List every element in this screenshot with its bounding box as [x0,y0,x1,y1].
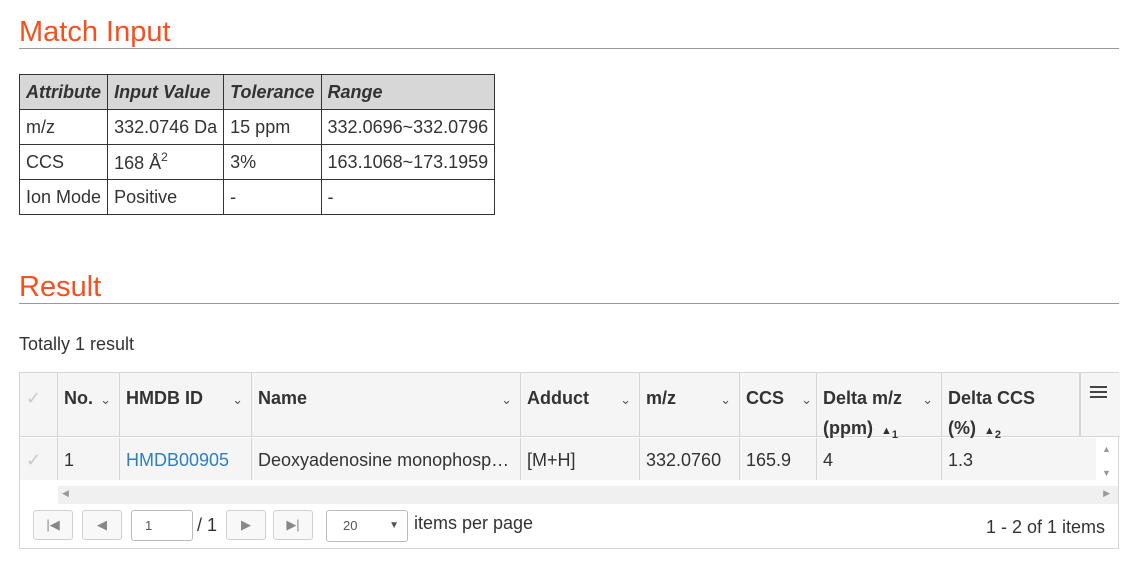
total-pages: / 1 [197,515,218,535]
horizontal-scrollbar[interactable]: ◀ ▶ [58,486,1118,504]
cell-no: 1 [58,438,120,480]
column-header-hmdb-id[interactable]: HMDB ID ⌄ [120,373,252,437]
column-label: HMDB ID [126,388,203,408]
sort-ascending-icon[interactable]: ▲2 [984,425,1001,441]
column-label: CCS [746,388,785,408]
scroll-right-icon[interactable]: ▶ [1103,488,1110,499]
sort-ascending-icon[interactable]: ▲1 [881,425,898,441]
column-header-adduct[interactable]: Adduct ⌄ [521,373,640,437]
column-menu-button[interactable] [1080,373,1120,437]
first-page-icon: |◀ [46,517,60,532]
attribute-cell: Ion Mode [18,179,109,215]
page-size-value: 20 [343,518,358,533]
chevron-down-icon[interactable]: ⌄ [620,385,631,415]
row-checkbox[interactable]: ✓ [20,438,58,480]
input-row-ion-mode: Ion Mode Positive - - [18,179,496,215]
checkmark-icon: ✓ [26,450,42,470]
chevron-down-icon[interactable]: ⌄ [501,385,512,415]
cell-ccs: 165.9 [740,438,817,480]
header-input-value: Input Value [107,74,225,110]
column-label: Name [258,388,308,408]
previous-page-icon: ◀ [97,517,107,532]
table-row[interactable]: ✓ 1 HMDB00905 Deoxyadenosine monophospha… [20,438,1096,480]
match-input-title: Match Input [19,16,171,48]
scroll-left-icon[interactable]: ◀ [62,488,69,499]
dropdown-caret-icon: ▼ [389,520,399,531]
last-page-icon: ▶| [286,517,300,532]
chevron-down-icon[interactable]: ⌄ [100,385,111,415]
column-header-delta-mz[interactable]: Delta m/z ⌄ (ppm) ▲1 [817,373,942,441]
first-page-button[interactable]: |◀ [33,510,73,540]
cell-adduct: [M+H] [521,438,640,480]
cell-mz: 332.0760 [640,438,740,480]
results-grid: ✓ No. ⌄ HMDB ID ⌄ Name ⌄ Adduct ⌄ m/z ⌄ CCS ⌄ … [19,372,1120,549]
column-header-name[interactable]: Name ⌄ [252,373,521,437]
column-label: Adduct [527,388,589,408]
column-label-unit: (ppm) [823,418,873,438]
input-row-mz: m/z 332.0746 Da 15 ppm 332.0696~332.0796 [18,109,496,145]
checkmark-icon: ✓ [26,388,42,408]
previous-page-button[interactable]: ◀ [82,510,122,540]
chevron-down-icon[interactable]: ⌄ [801,385,812,415]
header-attribute: Attribute [18,74,109,110]
hmdb-id-link[interactable]: HMDB00905 [120,438,252,480]
grid-header: ✓ No. ⌄ HMDB ID ⌄ Name ⌄ Adduct ⌄ m/z ⌄ CCS ⌄ … [20,373,1100,441]
pager: |◀ ◀ 1 / 1 ▶ ▶| 20 ▼ items per page 1 - 2… [20,505,1118,549]
scroll-up-icon[interactable]: ▲ [1102,444,1111,454]
next-page-icon: ▶ [241,517,251,532]
tolerance-cell: - [223,179,322,215]
column-header-ccs[interactable]: CCS ⌄ [740,373,817,437]
range-cell: 332.0696~332.0796 [320,109,496,145]
column-header-no[interactable]: No. ⌄ [58,373,120,437]
header-tolerance: Tolerance [223,74,322,110]
column-label: m/z [646,388,677,408]
value-text: 168 Å [114,153,162,173]
column-label: No. [64,388,93,408]
select-all-checkbox[interactable]: ✓ [20,373,58,437]
menu-icon-bar [1090,396,1107,398]
value-cell: 168 Å2 [107,144,225,180]
vertical-scrollbar[interactable]: ▲ ▼ [1096,438,1118,486]
menu-icon [1090,386,1107,388]
value-cell: Positive [107,179,225,215]
result-rule [19,303,1119,304]
menu-icon-bar [1090,391,1107,393]
header-range: Range [320,74,496,110]
input-table-header-row: Attribute Input Value Tolerance Range [18,74,496,110]
scroll-down-icon[interactable]: ▼ [1102,468,1111,478]
result-title: Result [19,271,102,303]
last-page-button[interactable]: ▶| [273,510,313,540]
page-size-select[interactable]: 20 ▼ [326,510,408,542]
tolerance-cell: 3% [223,144,322,180]
cell-name: Deoxyadenosine monophosphate [252,438,521,480]
input-row-ccs: CCS 168 Å2 3% 163.1068~173.1959 [18,144,496,180]
chevron-down-icon[interactable]: ⌄ [720,385,731,415]
attribute-cell: CCS [18,144,109,180]
column-label-unit: (%) [948,418,976,438]
value-cell: 332.0746 Da [107,109,225,145]
result-summary: Totally 1 result [19,334,135,354]
tolerance-cell: 15 ppm [223,109,322,145]
items-per-page-label: items per page [414,513,534,533]
value-superscript: 2 [161,150,168,164]
chevron-down-icon[interactable]: ⌄ [922,385,933,415]
range-cell: - [320,179,496,215]
match-input-rule [19,48,1119,49]
attribute-cell: m/z [18,109,109,145]
column-header-delta-ccs[interactable]: Delta CCS (%) ▲2 [942,373,1080,441]
page-number-input[interactable]: 1 [131,510,193,541]
cell-delta-mz: 4 [817,438,942,480]
next-page-button[interactable]: ▶ [226,510,266,540]
cell-delta-ccs: 1.3 [948,450,974,470]
match-input-table: Attribute Input Value Tolerance Range m/… [18,74,496,215]
pager-info: 1 - 2 of 1 items [985,517,1105,537]
column-header-mz[interactable]: m/z ⌄ [640,373,740,437]
chevron-down-icon[interactable]: ⌄ [232,385,243,415]
column-label: Delta m/z [823,388,903,408]
column-label: Delta CCS [948,388,1036,408]
range-cell: 163.1068~173.1959 [320,144,496,180]
